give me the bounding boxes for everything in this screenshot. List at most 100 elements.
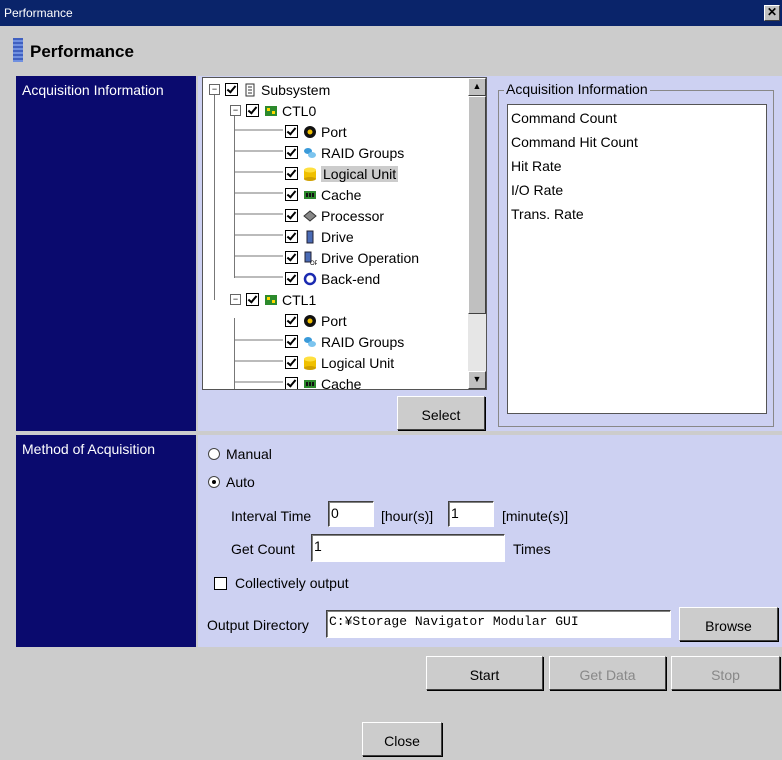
tree-node-label: Port <box>321 123 347 140</box>
port-checkbox[interactable] <box>285 314 298 327</box>
manual-radio[interactable] <box>208 448 220 460</box>
ctl0-checkbox[interactable] <box>246 104 259 117</box>
get-data-button[interactable]: Get Data <box>549 656 666 690</box>
collectively-output-label: Collectively output <box>235 575 349 591</box>
logical-unit-checkbox[interactable] <box>285 167 298 180</box>
tree-node-label: CTL0 <box>282 102 317 119</box>
tree-node-label: Processor <box>321 207 385 224</box>
logical-unit-checkbox[interactable] <box>285 356 298 369</box>
list-item[interactable]: Command Hit Count <box>511 131 763 155</box>
get-count-label: Get Count <box>231 541 295 557</box>
cache-checkbox[interactable] <box>285 188 298 201</box>
get-count-input[interactable]: 1 <box>311 534 505 562</box>
drive-operation-checkbox[interactable] <box>285 251 298 264</box>
collapse-icon[interactable]: − <box>230 294 241 305</box>
interval-minutes-input[interactable]: 1 <box>448 501 494 527</box>
tree-node-processor[interactable]: Processor <box>285 205 384 226</box>
tree-node-port[interactable]: Port <box>285 310 347 331</box>
manual-label: Manual <box>226 446 272 462</box>
processor-checkbox[interactable] <box>285 209 298 222</box>
collectively-output-checkbox[interactable] <box>214 576 227 590</box>
tree-node-label: Drive Operation <box>321 249 420 266</box>
tree-node-label: CTL1 <box>282 291 317 308</box>
collectively-output-row[interactable]: Collectively output <box>214 575 349 591</box>
acquisition-info-label: Acquisition Information <box>16 76 196 431</box>
port-icon <box>304 125 316 138</box>
tree-node-logical-unit[interactable]: Logical Unit <box>285 352 394 373</box>
tree-scrollbar[interactable]: ▲ ▼ <box>468 78 486 389</box>
interval-hours-input[interactable]: 0 <box>328 501 374 527</box>
collapse-icon[interactable]: − <box>209 84 220 95</box>
interval-time-label: Interval Time <box>231 508 312 524</box>
raid-groups-icon <box>304 336 316 347</box>
method-label: Method of Acquisition <box>16 435 196 647</box>
output-directory-input[interactable]: C:¥Storage Navigator Modular GUI <box>326 610 671 638</box>
raid-groups-checkbox[interactable] <box>285 335 298 348</box>
browse-button[interactable]: Browse <box>679 607 778 641</box>
tree-node-subsystem[interactable]: − Subsystem <box>209 79 330 100</box>
cache-icon <box>304 379 316 388</box>
tree-node-label: RAID Groups <box>321 333 405 350</box>
back-end-icon <box>303 272 317 285</box>
tree-node-port[interactable]: Port <box>285 121 347 142</box>
subsystem-icon <box>245 83 255 96</box>
controller-icon <box>265 294 277 305</box>
list-item[interactable]: Hit Rate <box>511 155 763 179</box>
tree-node-raid-groups[interactable]: RAID Groups <box>285 331 404 352</box>
stop-button[interactable]: Stop <box>671 656 780 690</box>
page-title: Performance <box>30 42 134 61</box>
page-header: Performance <box>0 26 782 70</box>
collapse-icon[interactable]: − <box>230 105 241 116</box>
back-end-checkbox[interactable] <box>285 272 298 285</box>
tree-node-label: Subsystem <box>261 81 331 98</box>
controller-icon <box>265 105 277 116</box>
hours-unit-label: [hour(s)] <box>381 508 434 524</box>
port-icon <box>304 314 316 327</box>
tree-node-raid-groups[interactable]: RAID Groups <box>285 142 404 163</box>
auto-radio-row[interactable]: Auto <box>208 474 255 490</box>
list-item[interactable]: Trans. Rate <box>511 203 763 227</box>
close-button[interactable]: Close <box>362 722 442 756</box>
cache-checkbox[interactable] <box>285 377 298 389</box>
drive-operation-icon: OP <box>304 251 317 265</box>
logical-unit-icon <box>304 167 316 181</box>
drive-icon <box>306 230 314 243</box>
tree-node-ctl1[interactable]: − CTL1 <box>230 289 316 310</box>
port-checkbox[interactable] <box>285 125 298 138</box>
list-item[interactable]: Command Count <box>511 107 763 131</box>
drive-checkbox[interactable] <box>285 230 298 243</box>
tree-node-logical-unit[interactable]: Logical Unit <box>285 163 399 184</box>
manual-radio-row[interactable]: Manual <box>208 446 272 462</box>
list-item[interactable]: I/O Rate <box>511 179 763 203</box>
tree-node-cache[interactable]: Cache <box>285 184 361 205</box>
raid-groups-checkbox[interactable] <box>285 146 298 159</box>
subsystem-checkbox[interactable] <box>225 83 238 96</box>
scroll-up-icon[interactable]: ▲ <box>468 78 486 96</box>
minutes-unit-label: [minute(s)] <box>502 508 569 524</box>
start-button[interactable]: Start <box>426 656 543 690</box>
tree-node-label: Cache <box>321 375 362 390</box>
window-close-button[interactable]: ✕ <box>764 5 780 21</box>
acquisition-info-list[interactable]: Command Count Command Hit Count Hit Rate… <box>507 104 767 414</box>
tree-node-cache[interactable]: Cache <box>285 373 362 390</box>
tree-node-label: Cache <box>321 186 362 203</box>
output-directory-label: Output Directory <box>207 617 309 633</box>
window-titlebar: Performance ✕ <box>0 0 782 26</box>
tree-node-label: Drive <box>321 228 354 245</box>
raid-groups-icon <box>304 147 316 158</box>
processor-icon <box>303 209 317 222</box>
scroll-down-icon[interactable]: ▼ <box>468 371 486 389</box>
scrollbar-thumb[interactable] <box>468 96 486 314</box>
tree-node-drive[interactable]: Drive <box>285 226 354 247</box>
tree-node-label: RAID Groups <box>321 144 405 161</box>
ctl1-checkbox[interactable] <box>246 293 259 306</box>
tree-node-label: Back-end <box>321 270 381 287</box>
tree-node-back-end[interactable]: Back-end <box>285 268 380 289</box>
performance-logo-icon <box>13 38 23 62</box>
auto-radio[interactable] <box>208 476 220 488</box>
select-button[interactable]: Select <box>397 396 485 430</box>
tree-node-drive-operation[interactable]: OP Drive Operation <box>285 247 419 268</box>
item-tree[interactable]: − Subsystem − CTL0 Port RAID Groups Logi… <box>202 77 487 390</box>
tree-node-ctl0[interactable]: − CTL0 <box>230 100 316 121</box>
svg-text:OP: OP <box>310 261 317 265</box>
